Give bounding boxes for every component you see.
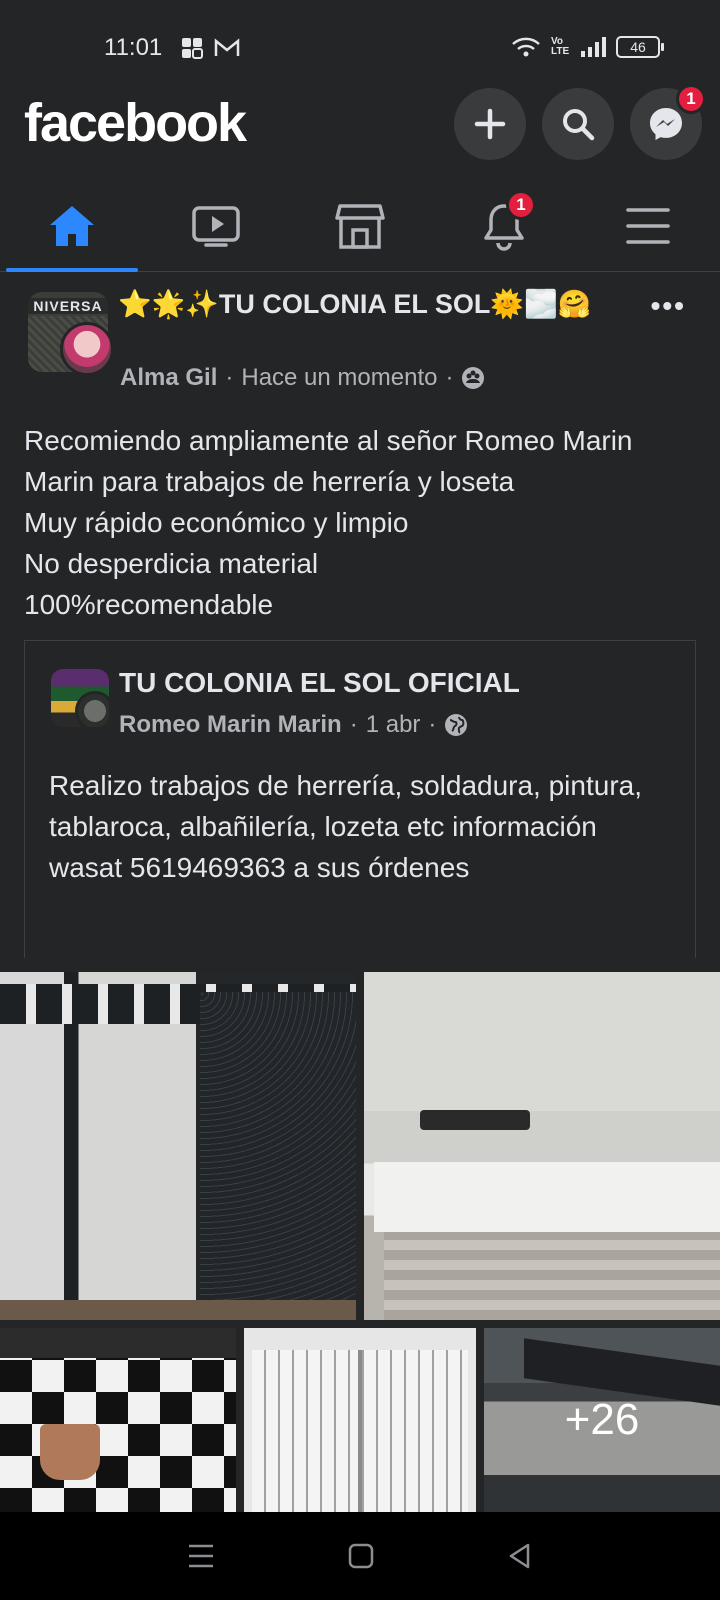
group-name: TU COLONIA EL SOL [218, 289, 491, 319]
post-body: Recomiendo ampliamente al señor Romeo Ma… [24, 420, 704, 625]
meta-separator: · [428, 711, 437, 738]
more-photos-overlay[interactable]: +26 [484, 1328, 720, 1512]
battery-icon: 46 [616, 36, 664, 58]
post-photo-gate[interactable] [0, 972, 356, 1320]
store-icon [335, 204, 385, 249]
shared-author[interactable]: Romeo Marin Marin [119, 711, 342, 739]
main-nav-tabs: 1 [0, 180, 720, 272]
meta-separator: · [349, 711, 358, 738]
tab-menu[interactable] [576, 180, 720, 272]
search-button[interactable] [542, 88, 614, 160]
post-photo-tile-floor[interactable] [0, 1328, 236, 1512]
post-photo-white-door[interactable] [244, 1328, 476, 1512]
post-meta: Alma Gil · Hace un momento · [120, 364, 485, 392]
title-emoji-prefix: ⭐🌟✨ [118, 289, 219, 319]
app-header: facebook 1 [0, 80, 720, 180]
messenger-button[interactable]: 1 [630, 84, 706, 160]
tab-watch[interactable] [144, 180, 288, 272]
title-emoji-suffix: 🌞🌫️🤗 [490, 289, 592, 319]
messenger-badge: 1 [676, 84, 706, 114]
meta-separator: · [445, 364, 454, 391]
home-icon [50, 206, 94, 246]
group-avatar-text: NIVERSA [28, 298, 108, 314]
post-options-button[interactable]: ••• [651, 290, 686, 322]
author-avatar[interactable] [60, 322, 114, 376]
status-bar: 11:01 Vo LTE 46 [0, 0, 720, 80]
shared-post-meta: Romeo Marin Marin · 1 abr · [119, 711, 468, 739]
signal-icon [581, 37, 606, 57]
status-notification-icons [180, 36, 240, 60]
hamburger-icon [626, 208, 670, 244]
tab-notifications[interactable]: 1 [432, 180, 576, 272]
post-text-line: No desperdicia material [24, 548, 319, 579]
post-text-line: Recomiendo ampliamente al señor Romeo Ma… [24, 425, 633, 497]
shared-post-card[interactable]: TU COLONIA EL SOL OFICIAL Romeo Marin Ma… [24, 640, 696, 958]
tab-home[interactable] [0, 180, 144, 272]
shared-group-avatar[interactable] [51, 669, 109, 727]
system-nav-bar [0, 1512, 720, 1600]
post-photo-kitchen[interactable] [364, 972, 720, 1320]
search-icon [563, 109, 595, 141]
back-icon[interactable] [506, 1542, 534, 1570]
video-icon [192, 206, 240, 247]
volte-label: Vo LTE [551, 36, 570, 57]
post-group-title[interactable]: ⭐🌟✨TU COLONIA EL SOL🌞🌫️🤗 [118, 286, 638, 322]
group-icon [462, 367, 485, 389]
wifi-icon [512, 37, 540, 57]
meta-separator: · [225, 364, 234, 391]
app-notification-icon [182, 38, 203, 59]
shared-author-avatar [75, 691, 109, 727]
post-author[interactable]: Alma Gil [120, 364, 217, 392]
globe-icon [445, 714, 468, 736]
notifications-badge: 1 [506, 190, 536, 220]
recents-icon[interactable] [186, 1543, 216, 1569]
create-button[interactable] [454, 88, 526, 160]
tab-marketplace[interactable] [288, 180, 432, 272]
status-time: 11:01 [104, 34, 163, 61]
feed-post: NIVERSA ⭐🌟✨TU COLONIA EL SOL🌞🌫️🤗 ••• Alm… [0, 272, 720, 1512]
post-photo-house[interactable]: +26 [484, 1328, 720, 1512]
shared-post-text: Realizo trabajos de herrería, soldadura,… [49, 770, 643, 883]
shared-group-title[interactable]: TU COLONIA EL SOL OFICIAL [119, 667, 520, 699]
shared-date[interactable]: 1 abr [366, 711, 421, 739]
home-button-icon[interactable] [347, 1542, 375, 1570]
facebook-logo[interactable]: facebook [24, 92, 247, 154]
status-right-icons: Vo LTE 46 [511, 36, 664, 58]
plus-icon [474, 108, 506, 140]
post-time[interactable]: Hace un momento [241, 364, 437, 392]
more-photos-count: +26 [564, 1395, 640, 1444]
gmail-icon [214, 38, 240, 56]
post-text-line: Muy rápido económico y limpio [24, 507, 409, 538]
battery-level: 46 [630, 39, 646, 55]
post-text-line: 100%recomendable [24, 589, 274, 620]
